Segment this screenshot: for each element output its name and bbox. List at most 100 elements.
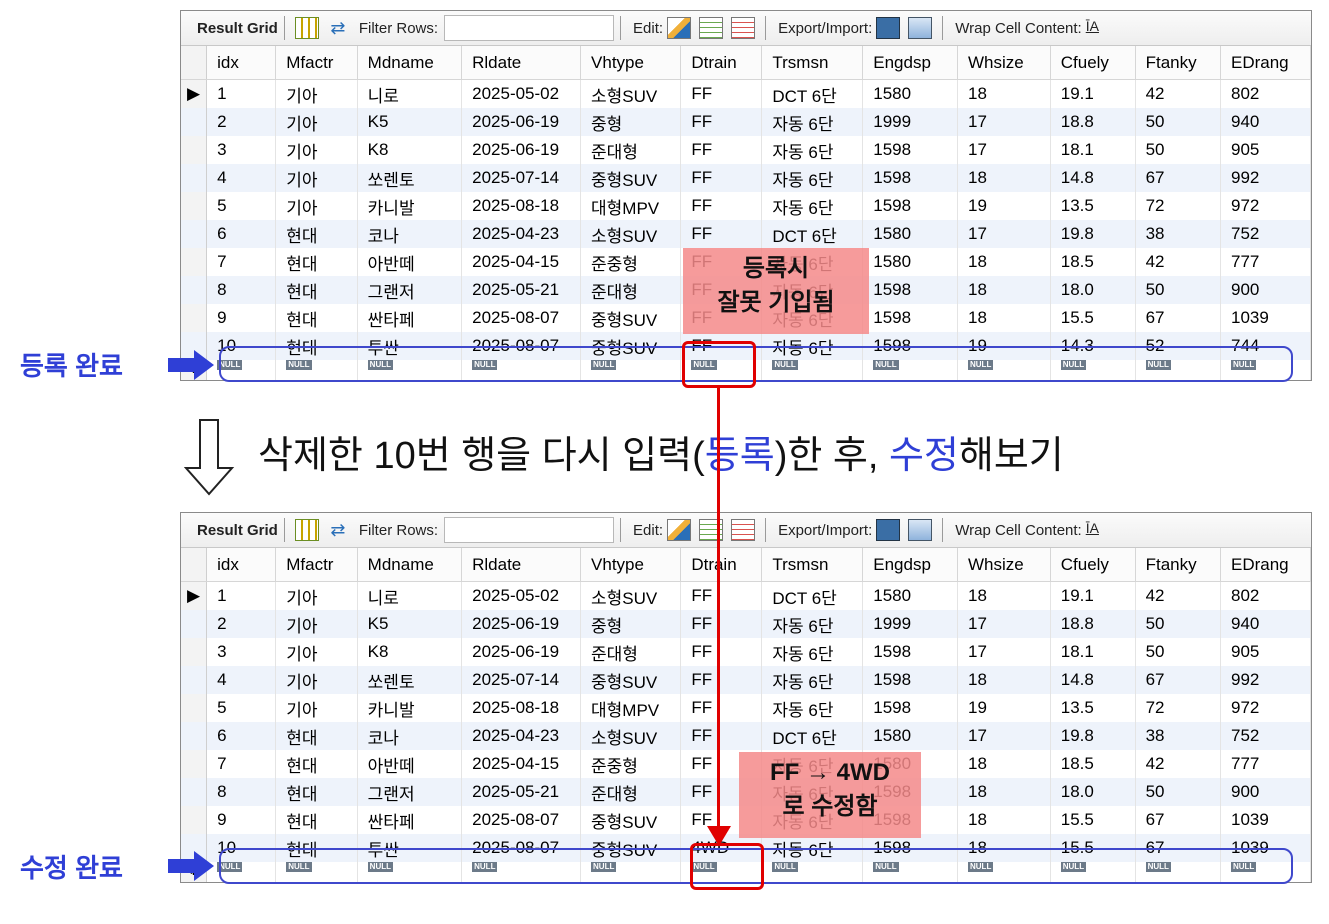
table-cell[interactable]: DCT 6단: [761, 79, 864, 108]
table-cell[interactable]: 7: [206, 248, 277, 276]
export-icon[interactable]: [876, 17, 901, 39]
table-cell[interactable]: 19.8: [1050, 722, 1136, 750]
table-cell[interactable]: 1580: [862, 248, 958, 276]
table-cell[interactable]: 쏘렌토: [357, 164, 463, 192]
column-header[interactable]: idx: [206, 46, 277, 80]
table-cell[interactable]: 현대: [275, 276, 358, 304]
table-cell[interactable]: 802: [1220, 79, 1312, 108]
table-cell[interactable]: 18: [957, 581, 1051, 610]
column-header[interactable]: Vhtype: [580, 548, 682, 582]
table-cell[interactable]: 992: [1220, 164, 1312, 192]
table-cell[interactable]: 7: [206, 750, 277, 778]
table-cell[interactable]: 2025-05-21: [461, 778, 582, 806]
row-selector[interactable]: [181, 276, 208, 304]
table-cell[interactable]: 중형: [580, 610, 682, 638]
table-cell[interactable]: FF: [680, 722, 763, 750]
table-cell[interactable]: 싼타페: [357, 806, 463, 834]
table-cell[interactable]: 18: [957, 778, 1051, 806]
table-cell[interactable]: 소형SUV: [580, 220, 682, 248]
table-cell[interactable]: 현대: [275, 220, 358, 248]
table-cell[interactable]: 2025-04-23: [461, 722, 582, 750]
table-cell[interactable]: 2025-08-18: [461, 192, 582, 220]
table-cell[interactable]: 중형SUV: [580, 666, 682, 694]
table-cell[interactable]: 18: [957, 79, 1051, 108]
table-cell[interactable]: 기아: [275, 610, 358, 638]
table-cell[interactable]: 2025-07-14: [461, 666, 582, 694]
row-selector[interactable]: [181, 108, 208, 136]
table-cell[interactable]: 18.8: [1050, 610, 1136, 638]
column-header[interactable]: Dtrain: [680, 548, 763, 582]
grid-view-icon[interactable]: [294, 519, 319, 541]
table-cell[interactable]: FF: [680, 638, 763, 666]
table-cell[interactable]: 67: [1135, 666, 1221, 694]
row-selector[interactable]: [181, 806, 208, 834]
row-selector[interactable]: [181, 136, 208, 164]
table-cell[interactable]: 카니발: [357, 694, 463, 722]
table-cell[interactable]: 42: [1135, 750, 1221, 778]
table-cell[interactable]: 18: [957, 276, 1051, 304]
table-cell[interactable]: 자동 6단: [761, 666, 864, 694]
export-icon[interactable]: [876, 519, 901, 541]
table-cell[interactable]: 17: [957, 722, 1051, 750]
table-cell[interactable]: 중형: [580, 108, 682, 136]
table-cell[interactable]: 2025-06-19: [461, 136, 582, 164]
column-header[interactable]: Mdname: [357, 46, 463, 80]
table-cell[interactable]: 13.5: [1050, 694, 1136, 722]
table-cell[interactable]: 900: [1220, 276, 1312, 304]
table-cell[interactable]: 준대형: [580, 638, 682, 666]
table-cell[interactable]: 1598: [862, 136, 958, 164]
table-row[interactable]: 2 기아 K5 2025-06-19 중형 FF 자동 6단 1999 17 18.8 50 940: [181, 610, 1312, 638]
row-selector[interactable]: [181, 610, 208, 638]
row-selector[interactable]: [181, 220, 208, 248]
table-row[interactable]: 5 기아 카니발 2025-08-18 대형MPV FF 자동 6단 1598 19 13.5 72…: [181, 192, 1312, 220]
table-cell[interactable]: 18: [957, 304, 1051, 332]
table-cell[interactable]: 18: [957, 248, 1051, 276]
table-cell[interactable]: 1598: [862, 164, 958, 192]
column-header[interactable]: Ftanky: [1135, 548, 1221, 582]
table-cell[interactable]: 972: [1220, 694, 1312, 722]
row-selector[interactable]: [181, 722, 208, 750]
row-selector[interactable]: [181, 304, 208, 332]
table-cell[interactable]: 50: [1135, 638, 1221, 666]
table-cell[interactable]: 72: [1135, 694, 1221, 722]
table-cell[interactable]: 18.0: [1050, 276, 1136, 304]
table-cell[interactable]: 1: [206, 581, 277, 610]
row-selector[interactable]: [181, 192, 208, 220]
table-cell[interactable]: 자동 6단: [761, 136, 864, 164]
table-cell[interactable]: 900: [1220, 778, 1312, 806]
table-row[interactable]: 2 기아 K5 2025-06-19 중형 FF 자동 6단 1999 17 18.8 50 940: [181, 108, 1312, 136]
table-cell[interactable]: 18.1: [1050, 638, 1136, 666]
table-cell[interactable]: FF: [680, 694, 763, 722]
table-cell[interactable]: 38: [1135, 722, 1221, 750]
table-cell[interactable]: 777: [1220, 750, 1312, 778]
table-cell[interactable]: 2025-04-15: [461, 248, 582, 276]
row-selector[interactable]: [181, 164, 208, 192]
table-cell[interactable]: 5: [206, 192, 277, 220]
table-cell[interactable]: 2025-04-15: [461, 750, 582, 778]
table-cell[interactable]: 1598: [862, 304, 958, 332]
table-cell[interactable]: 자동 6단: [761, 108, 864, 136]
import-icon[interactable]: [908, 17, 933, 39]
table-cell[interactable]: 1580: [862, 722, 958, 750]
table-cell[interactable]: 18.8: [1050, 108, 1136, 136]
table-cell[interactable]: 67: [1135, 304, 1221, 332]
table-cell[interactable]: 18.5: [1050, 750, 1136, 778]
table-cell[interactable]: 기아: [275, 581, 358, 610]
table-cell[interactable]: 18.0: [1050, 778, 1136, 806]
table-cell[interactable]: K8: [357, 638, 463, 666]
column-header[interactable]: Trsmsn: [761, 46, 864, 80]
table-cell[interactable]: 준대형: [580, 276, 682, 304]
table-cell[interactable]: FF: [680, 192, 763, 220]
table-cell[interactable]: 1580: [862, 79, 958, 108]
table-cell[interactable]: 1580: [862, 220, 958, 248]
row-selector[interactable]: ▶: [181, 581, 208, 610]
table-cell[interactable]: DCT 6단: [761, 220, 864, 248]
table-cell[interactable]: 1039: [1220, 806, 1312, 834]
table-cell[interactable]: 72: [1135, 192, 1221, 220]
table-cell[interactable]: 니로: [357, 581, 463, 610]
table-cell[interactable]: 18: [957, 164, 1051, 192]
table-cell[interactable]: 소형SUV: [580, 79, 682, 108]
table-cell[interactable]: 아반떼: [357, 248, 463, 276]
table-cell[interactable]: 17: [957, 108, 1051, 136]
table-row[interactable]: 4 기아 쏘렌토 2025-07-14 중형SUV FF 자동 6단 1598 18 14.8 67…: [181, 164, 1312, 192]
